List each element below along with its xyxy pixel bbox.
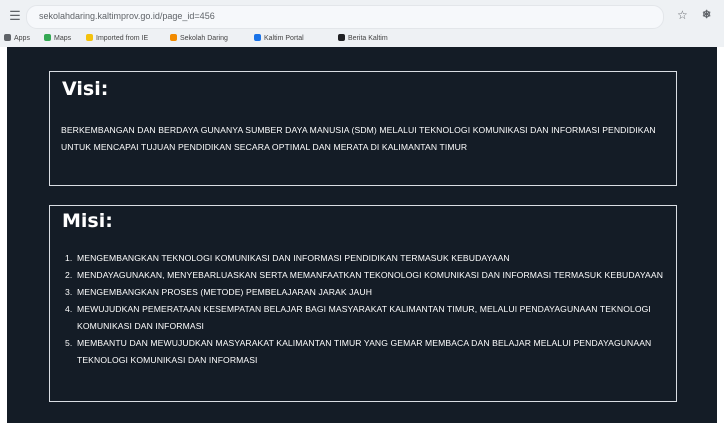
bookmark-favicon-icon <box>86 34 93 41</box>
misi-item-text: MEMBANTU DAN MEWUJUDKAN MASYARAKAT KALIM… <box>77 338 652 365</box>
bookmark-item[interactable]: Apps <box>4 33 30 45</box>
misi-list: 1. MENGEMBANGKAN TEKNOLOGI KOMUNIKASI DAN… <box>65 250 665 369</box>
misi-item-text: MENDAYAGUNAKAN, MENYEBARLUASKAN SERTA ME… <box>77 270 664 280</box>
misi-heading: Misi: <box>62 210 113 232</box>
misi-item-number: 2. <box>65 270 73 280</box>
misi-item: 5. MEMBANTU DAN MEWUJUDKAN MASYARAKAT KAL… <box>65 335 665 369</box>
misi-item: 2. MENDAYAGUNAKAN, MENYEBARLUASKAN SERTA … <box>65 267 665 284</box>
bookmark-label: Maps <box>54 35 72 42</box>
misi-item-text: MENGEMBANGKAN TEKNOLOGI KOMUNIKASI DAN I… <box>77 253 510 263</box>
bookmark-item[interactable]: Kaltim Portal <box>254 33 304 45</box>
misi-item-number: 1. <box>65 253 73 263</box>
bookmarks-bar: Apps Maps Imported from IE Sekolah Darin… <box>0 31 724 47</box>
misi-item-text: MEWUJUDKAN PEMERATAAN KESEMPATAN BELAJAR… <box>77 304 651 331</box>
bookmark-star-icon[interactable]: ☆ <box>677 8 688 22</box>
misi-item: 1. MENGEMBANGKAN TEKNOLOGI KOMUNIKASI DAN… <box>65 250 665 267</box>
bookmark-label: Berita Kaltim <box>348 35 388 42</box>
bookmark-label: Apps <box>14 35 30 42</box>
bookmark-label: Kaltim Portal <box>264 35 304 42</box>
bookmark-item[interactable]: Maps <box>44 33 71 45</box>
misi-item: 4. MEWUJUDKAN PEMERATAAN KESEMPATAN BELAJ… <box>65 301 665 335</box>
page-content: Visi: BERKEMBANGAN DAN BERDAYA GUNANYA S… <box>7 47 717 423</box>
bookmark-favicon-icon <box>4 34 11 41</box>
url-text[interactable]: sekolahdaring.kaltimprov.go.id/page_id=4… <box>39 11 215 21</box>
bookmark-favicon-icon <box>254 34 261 41</box>
bookmark-favicon-icon <box>338 34 345 41</box>
bookmark-item[interactable]: Sekolah Daring <box>170 33 228 45</box>
site-info-icon[interactable]: ☰ <box>8 9 22 23</box>
bookmark-item[interactable]: Imported from IE <box>86 33 148 45</box>
browser-chrome: ☰ sekolahdaring.kaltimprov.go.id/page_id… <box>0 0 724 47</box>
misi-item-number: 5. <box>65 338 73 348</box>
visi-text: BERKEMBANGAN DAN BERDAYA GUNANYA SUMBER … <box>61 125 656 152</box>
visi-heading: Visi: <box>62 78 109 100</box>
misi-section: Misi: 1. MENGEMBANGKAN TEKNOLOGI KOMUNIKA… <box>49 205 677 402</box>
bookmark-label: Imported from IE <box>96 35 149 42</box>
visi-section: Visi: BERKEMBANGAN DAN BERDAYA GUNANYA S… <box>49 71 677 186</box>
bookmark-favicon-icon <box>44 34 51 41</box>
address-bar[interactable]: sekolahdaring.kaltimprov.go.id/page_id=4… <box>26 5 664 29</box>
misi-item-text: MENGEMBANGKAN PROSES (METODE) PEMBELAJAR… <box>77 287 372 297</box>
address-bar-row: ☰ sekolahdaring.kaltimprov.go.id/page_id… <box>0 0 724 31</box>
bookmark-label: Sekolah Daring <box>180 35 228 42</box>
extensions-icon[interactable]: ❄ <box>702 8 711 22</box>
misi-item: 3. MENGEMBANGKAN PROSES (METODE) PEMBELAJ… <box>65 284 665 301</box>
bookmark-item[interactable]: Berita Kaltim <box>338 33 388 45</box>
misi-item-number: 3. <box>65 287 73 297</box>
bookmark-favicon-icon <box>170 34 177 41</box>
misi-item-number: 4. <box>65 304 73 314</box>
